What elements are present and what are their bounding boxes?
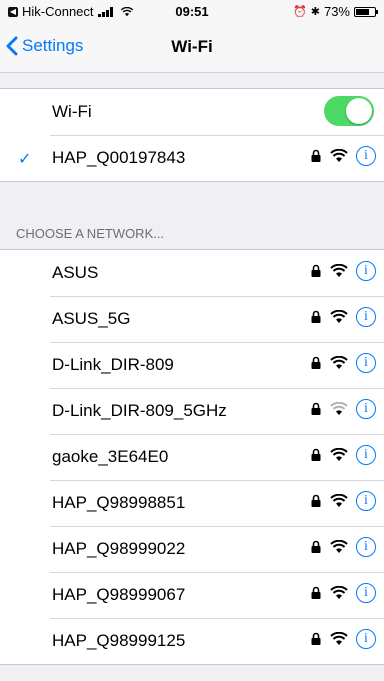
wifi-signal-icon [330,494,348,507]
network-list: ASUS i ASUS_5G i D-Link_DIR-809 i D-Link_DIR-8… [0,249,384,665]
lock-icon [311,356,321,369]
info-icon[interactable]: i [356,399,376,419]
wifi-signal-icon [330,310,348,323]
info-icon[interactable]: i [356,146,376,166]
info-icon[interactable]: i [356,307,376,327]
network-name: HAP_Q98999067 [52,585,186,604]
status-right: ⏰ ✱ 73% [293,4,378,19]
network-name: gaoke_3E64E0 [52,447,169,466]
navigation-bar: Settings Wi-Fi [0,24,384,73]
wifi-signal-icon [330,264,348,277]
lock-icon [311,402,321,415]
network-name: HAP_Q98998851 [52,493,186,512]
bluetooth-icon: ✱ [310,6,320,18]
network-name: D-Link_DIR-809 [52,355,174,374]
status-bar: ◀ Hik-Connect 09:51 ⏰ ✱ 73% [0,0,384,24]
network-icons: i [310,491,376,511]
lock-icon [311,586,321,599]
info-icon[interactable]: i [356,445,376,465]
wifi-toggle-row: Wi-Fi [0,89,384,135]
network-icons: i [310,353,376,373]
lock-icon [311,632,321,645]
network-row[interactable]: gaoke_3E64E0 i [0,434,384,480]
wifi-signal-icon [330,356,348,369]
network-icons: i [310,445,376,465]
wifi-signal-icon [330,540,348,553]
network-row[interactable]: D-Link_DIR-809 i [0,342,384,388]
toggle-knob [346,98,372,124]
checkmark-icon: ✓ [18,151,32,168]
info-icon[interactable]: i [356,583,376,603]
wifi-signal-icon [330,402,348,415]
info-icon[interactable]: i [356,537,376,557]
network-name: HAP_Q98999125 [52,631,186,650]
network-row[interactable]: HAP_Q98999022 i [0,526,384,572]
info-icon[interactable]: i [356,261,376,281]
lock-icon [311,149,321,162]
network-row[interactable]: D-Link_DIR-809_5GHz i [0,388,384,434]
section-header: CHOOSE A NETWORK... [16,226,165,241]
lock-icon [311,448,321,461]
network-icons: i [310,307,376,327]
network-name: ASUS [52,263,99,282]
network-name: HAP_Q98999022 [52,539,186,558]
network-name: ASUS_5G [52,309,131,328]
info-icon[interactable]: i [356,353,376,373]
wifi-toggle-label: Wi-Fi [52,102,92,121]
current-network-icons: i [310,146,376,166]
wifi-signal-icon [330,632,348,645]
lock-icon [311,264,321,277]
network-row[interactable]: ASUS_5G i [0,296,384,342]
page-title: Wi-Fi [171,37,213,56]
info-icon[interactable]: i [356,491,376,511]
lock-icon [311,494,321,507]
network-icons: i [310,583,376,603]
battery-percent: 73% [323,4,350,19]
network-row[interactable]: HAP_Q98999125 i [0,618,384,664]
network-icons: i [310,399,376,419]
wifi-signal-icon [330,149,348,162]
wifi-settings-group: Wi-Fi ✓ HAP_Q00197843 i [0,88,384,182]
network-row[interactable]: ASUS i [0,250,384,296]
network-row[interactable]: HAP_Q98999067 i [0,572,384,618]
current-network-name: HAP_Q00197843 [52,148,186,167]
info-icon[interactable]: i [356,629,376,649]
wifi-signal-icon [330,448,348,461]
network-icons: i [310,261,376,281]
network-icons: i [310,537,376,557]
network-name: D-Link_DIR-809_5GHz [52,401,227,420]
lock-icon [311,310,321,323]
current-network-row[interactable]: ✓ HAP_Q00197843 i [0,135,384,181]
alarm-icon: ⏰ [293,6,307,18]
wifi-toggle-switch[interactable] [324,96,374,126]
wifi-signal-icon [330,586,348,599]
network-icons: i [310,629,376,649]
network-row[interactable]: HAP_Q98998851 i [0,480,384,526]
battery-icon [354,6,378,17]
lock-icon [311,540,321,553]
